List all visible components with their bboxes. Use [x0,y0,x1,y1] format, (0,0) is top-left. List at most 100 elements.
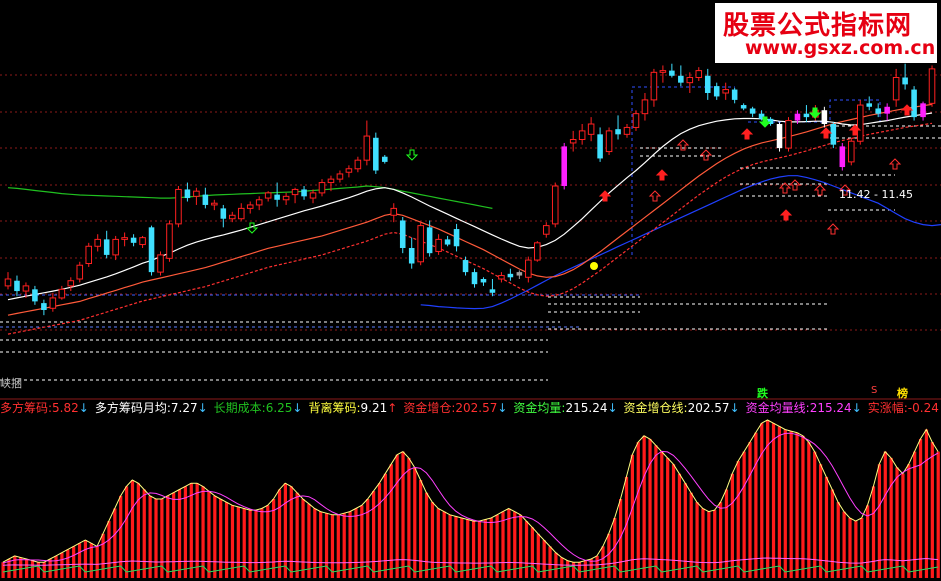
flow-bar [489,517,493,578]
flow-bar [377,483,382,578]
flow-bar [330,514,335,578]
indicator-value: 202.57 [455,401,498,415]
flow-bar [101,533,105,578]
flow-bar [19,557,23,578]
watermark-url: www.gsxz.com.cn [745,37,936,59]
candle-body [892,77,900,101]
flow-bar [554,552,558,578]
flow-bar [466,519,470,578]
left-cut-label: 峡捆 [0,377,22,390]
candle-body [211,202,218,206]
candle-body [597,134,603,159]
sell-arrow-outline-icon [405,149,419,161]
candlesticks [4,63,936,316]
candle-body [561,146,567,186]
candle-body [112,238,119,256]
candle-body [695,70,703,79]
flow-bar [189,483,193,578]
flow-bar [30,560,35,578]
candle-body [776,124,783,149]
indicator-value: 215.24 [809,401,852,415]
indicator-label: 资金均量线: [745,401,810,415]
candle-body [85,245,93,264]
signal-dot-icon [590,262,598,270]
down-arrow-icon: ↓ [197,401,208,415]
candle-body [354,159,362,170]
candle-body [587,123,595,135]
indicator-value: 7.27 [170,401,198,415]
candle-body [534,242,541,261]
candle-body [121,237,128,240]
flow-bar [871,486,876,578]
flow-bar [830,489,834,578]
flow-bar [707,511,711,578]
buy-arrow-icon [655,169,669,181]
candle-body [255,199,263,206]
candle-body [193,190,200,197]
flow-bar [477,521,482,578]
buy-arrow-icon [900,104,914,116]
flow-bar [683,483,687,578]
candle-body [202,194,209,205]
flow-bar [254,510,258,578]
candle-body [722,89,729,94]
candle-body [408,248,415,264]
indicator-value: 202.57 [687,401,730,415]
down-arrow-icon: ↓ [497,401,508,415]
candle-body [839,146,846,168]
candle-body [507,273,514,278]
flow-bar [842,511,846,578]
down-arrow-icon: ↓ [729,401,740,415]
candle-body [516,272,523,276]
candle-body [274,194,280,200]
indicator-item: 多方筹码月均: 7.27↓ [95,399,208,417]
flow-bar [89,543,93,578]
flow-bar [260,508,264,578]
indicator-value: 6.25 [265,401,293,415]
flow-bar [566,560,570,578]
flow-bar [413,467,417,578]
flow-bar [154,499,158,578]
flow-bar [636,442,640,578]
down-arrow-icon: ↓ [851,401,862,415]
ma-red-dashed-line [7,122,933,335]
capital-flow-bars [1,419,940,578]
flow-bar [130,480,135,578]
candle-body [911,89,917,118]
buy-arrow-outline-icon [826,223,840,235]
flow-bar [530,527,535,578]
flow-bar [918,438,923,578]
flow-bar [389,464,393,578]
flow-bar [336,514,340,578]
buy-arrow-icon [779,209,793,221]
candle-body [669,70,675,76]
candle-body [291,188,299,196]
candle-body [678,75,684,83]
flow-bar [689,492,693,578]
indicator-label: 资金增仓线: [623,401,688,415]
flow-bar [401,451,405,578]
indicator-item: 资金增仓线: 202.57↓ [624,399,740,417]
candle-body [139,237,146,246]
candle-body [444,239,451,245]
candle-body [399,220,406,248]
flow-bar [595,555,599,578]
candle-body [14,280,20,292]
flow-bar [283,483,288,578]
flow-bar [542,540,546,578]
flow-bar [295,492,299,578]
indicator-label: 长期成本: [213,401,266,415]
flow-bar [789,431,793,578]
flow-bar [607,533,611,578]
down-arrow-icon: ↓ [607,401,618,415]
candle-body [578,130,586,140]
flow-bar [166,495,170,578]
flow-bar [495,514,499,578]
flow-bar [424,492,429,578]
candle-body [41,303,47,310]
indicator-item: 长期成本: 6.25↓ [214,399,303,417]
flow-bar [924,429,929,578]
flow-bar [454,516,458,578]
flow-bar [860,517,864,578]
indicator-item: 资金增仓: 202.57↓ [403,399,507,417]
